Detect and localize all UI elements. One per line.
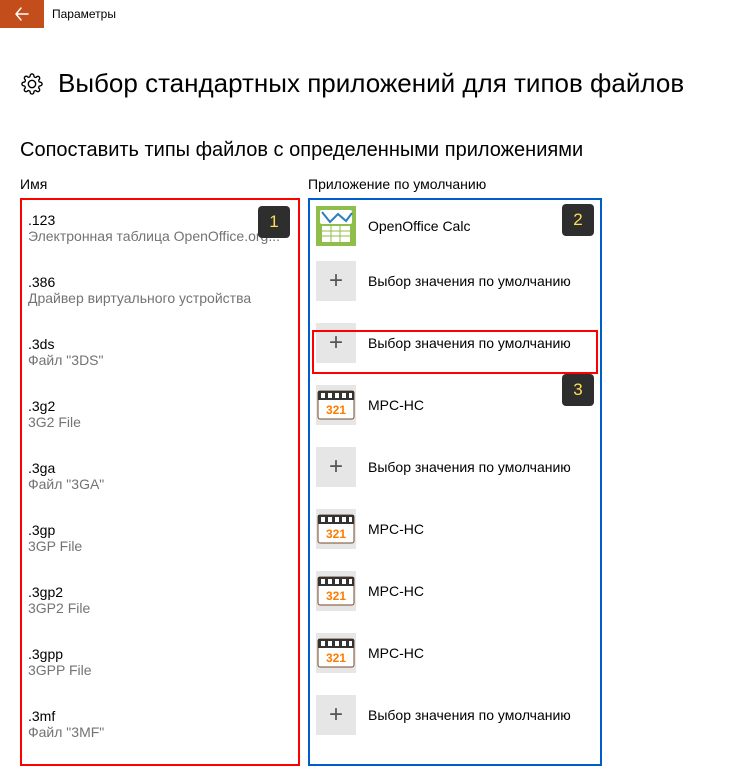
file-type-row[interactable]: .3gp 3GP File (22, 516, 298, 578)
file-type-row[interactable]: .3ga Файл "3GA" (22, 454, 298, 516)
file-type-row[interactable]: .3g2 3G2 File (22, 392, 298, 454)
file-extension: .3gp (28, 522, 292, 538)
app-label: MPC-HC (368, 521, 424, 537)
app-label: Выбор значения по умолчанию (368, 335, 571, 351)
file-type-row[interactable]: .3ds Файл "3DS" (22, 330, 298, 392)
svg-text:321: 321 (326, 403, 346, 417)
file-description: Файл "3MF" (28, 724, 292, 740)
file-description: 3GP File (28, 538, 292, 554)
plus-icon: + (316, 447, 356, 487)
file-extension: .123 (28, 212, 292, 228)
file-type-row[interactable]: .386 Драйвер виртуального устройства (22, 268, 298, 330)
mpc-hc-icon: 321 (316, 633, 356, 673)
mpc-hc-icon: 321 (316, 385, 356, 425)
file-extension: .3g2 (28, 398, 292, 414)
file-description: 3G2 File (28, 414, 292, 430)
default-app-button[interactable]: OpenOffice Calc (316, 202, 594, 250)
file-extension: .3gp2 (28, 584, 292, 600)
file-extension: .3mf (28, 708, 292, 724)
file-description: Драйвер виртуального устройства (28, 290, 292, 306)
file-description: Файл "3DS" (28, 352, 292, 368)
step-badge-2: 2 (562, 204, 594, 236)
app-label: OpenOffice Calc (368, 218, 470, 234)
file-type-list: 1 .123 Электронная таблица OpenOffice.or… (20, 198, 300, 766)
plus-icon: + (316, 261, 356, 301)
page-title: Выбор стандартных приложений для типов ф… (58, 68, 684, 99)
page-subtitle: Сопоставить типы файлов с определенными … (20, 139, 712, 162)
file-extension: .3gpp (28, 646, 292, 662)
plus-icon: + (316, 323, 356, 363)
file-type-row[interactable]: .123 Электронная таблица OpenOffice.org.… (22, 206, 298, 268)
openoffice-calc-icon (316, 206, 356, 246)
step-badge-3: 3 (562, 374, 594, 406)
column-header-name: Имя (20, 176, 300, 192)
app-label: MPC-HC (368, 583, 424, 599)
default-app-button[interactable]: + Выбор значения по умолчанию (316, 684, 594, 746)
svg-text:321: 321 (326, 527, 346, 541)
app-label: MPC-HC (368, 397, 424, 413)
file-extension: .3ga (28, 460, 292, 476)
back-arrow-icon (14, 6, 30, 22)
app-label: Выбор значения по умолчанию (368, 459, 571, 475)
default-app-button[interactable]: + Выбор значения по умолчанию (316, 312, 594, 374)
back-button[interactable] (0, 0, 44, 28)
file-description: 3GP2 File (28, 600, 292, 616)
step-badge-1: 1 (258, 206, 290, 238)
mpc-hc-icon: 321 (316, 571, 356, 611)
default-app-button[interactable]: 321 MPC-HC (316, 560, 594, 622)
file-description: 3GPP File (28, 662, 292, 678)
file-type-row[interactable]: .3gp2 3GP2 File (22, 578, 298, 640)
svg-text:321: 321 (326, 589, 346, 603)
app-label: Выбор значения по умолчанию (368, 273, 571, 289)
file-type-row[interactable]: .3mf Файл "3MF" (22, 702, 298, 764)
gear-icon (20, 72, 44, 96)
default-app-list: 2 3 OpenOffice Calc (308, 198, 602, 766)
file-extension: .3ds (28, 336, 292, 352)
app-label: MPC-HC (368, 645, 424, 661)
mpc-hc-icon: 321 (316, 509, 356, 549)
app-label: Выбор значения по умолчанию (368, 707, 571, 723)
file-extension: .386 (28, 274, 292, 290)
svg-text:321: 321 (326, 651, 346, 665)
plus-icon: + (316, 695, 356, 735)
default-app-button[interactable]: 321 MPC-HC (316, 374, 594, 436)
titlebar: Параметры (0, 0, 732, 28)
default-app-button[interactable]: 321 MPC-HC (316, 622, 594, 684)
window-title: Параметры (44, 0, 116, 28)
default-app-button[interactable]: + Выбор значения по умолчанию (316, 436, 594, 498)
page-body: Выбор стандартных приложений для типов ф… (0, 28, 732, 776)
column-header-app: Приложение по умолчанию (308, 176, 712, 192)
default-app-button[interactable]: 321 MPC-HC (316, 498, 594, 560)
file-description: Электронная таблица OpenOffice.org... (28, 228, 292, 244)
file-description: Файл "3GA" (28, 476, 292, 492)
file-type-row[interactable]: .3gpp 3GPP File (22, 640, 298, 702)
default-app-button[interactable]: + Выбор значения по умолчанию (316, 250, 594, 312)
